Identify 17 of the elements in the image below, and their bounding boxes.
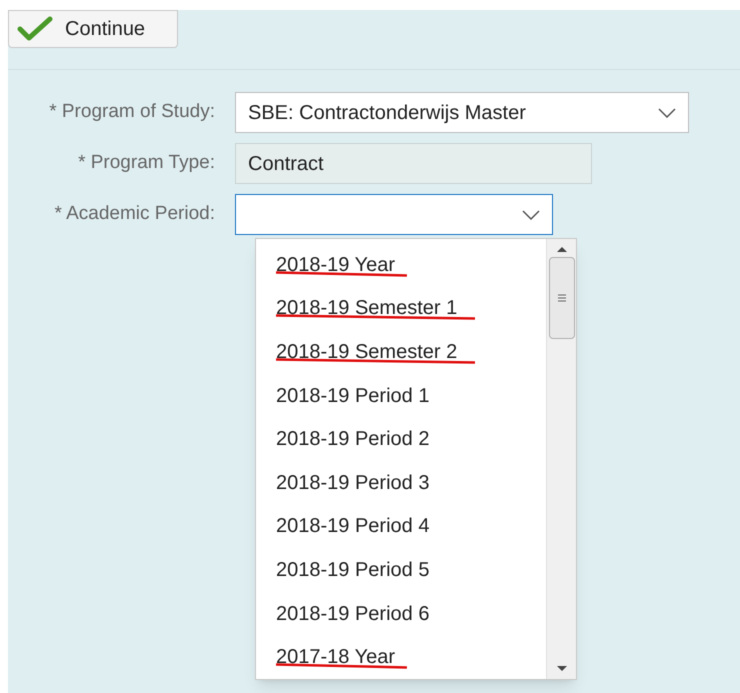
list-option[interactable]: 2018-19 Semester 2 — [256, 330, 546, 374]
field-label: * Academic Period: — [53, 202, 216, 226]
dropdown-field[interactable]: SBE: Contractonderwijs Master — [235, 92, 689, 133]
list-option[interactable]: 2018-19 Period 3 — [256, 460, 546, 505]
list-option[interactable]: 2017-18 Year — [256, 635, 546, 679]
list-option[interactable]: 2018-19 Period 4 — [256, 504, 546, 548]
continue-button[interactable]: Continue — [8, 10, 178, 48]
list-option[interactable]: 2018-19 Period 1 — [256, 374, 546, 418]
list-option[interactable]: 2018-19 Year — [256, 243, 546, 287]
list-option[interactable]: 2018-19 Semester 1 — [256, 286, 546, 330]
list-option[interactable]: 2018-19 Period 2 — [256, 417, 546, 461]
list-option[interactable]: 2018-19 Period 5 — [256, 548, 546, 592]
list-option[interactable]: 2018-19 Period 6 — [256, 592, 546, 636]
field-label: * Program of Study: — [48, 100, 216, 124]
field-value: Contract — [248, 152, 324, 176]
field-value: SBE: Contractonderwijs Master — [248, 100, 526, 126]
field-label: * Program Type: — [77, 151, 216, 176]
